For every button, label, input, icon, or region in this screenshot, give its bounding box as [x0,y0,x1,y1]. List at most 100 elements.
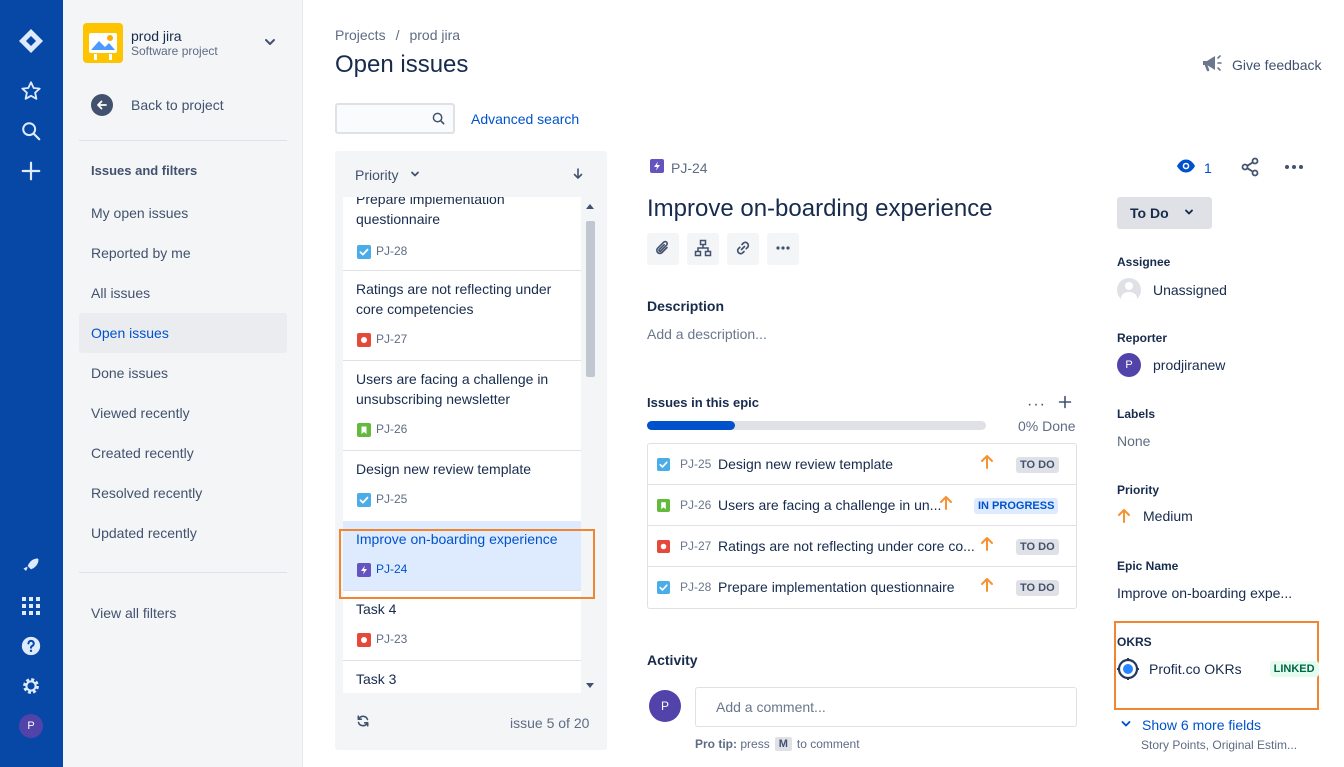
okrs-field[interactable]: Profit.co OKRs LINKED [1117,658,1319,680]
project-avatar[interactable] [83,23,123,63]
sidebar-item-reported-by-me[interactable]: Reported by me [79,233,287,273]
scroll-up-arrow-icon[interactable] [586,204,594,209]
bug-type-icon [357,633,371,647]
epic-issue-row[interactable]: PJ-25 Design new review template TO DO [648,444,1076,485]
status-lozenge: TO DO [1016,457,1059,473]
sidebar-heading: Issues and filters [91,163,198,178]
issue-list-item[interactable]: Task 4 PJ-23 [343,591,581,661]
link-issue-button[interactable] [727,233,759,265]
issue-key-breadcrumb[interactable]: PJ-24 [650,159,708,176]
epic-issue-table: PJ-25 Design new review template TO DO P… [647,443,1077,609]
epic-name-label: Epic Name [1117,559,1179,573]
issue-summary: Design new review template [718,456,894,472]
add-epic-issue-plus-icon[interactable] [1057,394,1073,413]
status-lozenge: IN PROGRESS [974,498,1059,514]
comment-input[interactable]: Add a comment... [695,687,1077,727]
sidebar-item-done-issues[interactable]: Done issues [79,353,287,393]
create-icon[interactable] [16,156,46,186]
okrs-value: Profit.co OKRs [1149,661,1242,677]
task-type-icon [357,493,371,507]
app-switcher-icon[interactable] [16,591,46,621]
show-more-fields-button[interactable]: Show 6 more fields [1120,717,1261,733]
status-label: To Do [1130,205,1169,221]
labels-value[interactable]: None [1117,433,1150,449]
pro-tip-label: Pro tip: [695,737,737,751]
refresh-icon[interactable] [356,714,370,731]
issue-list-item[interactable]: Users are facing a challenge in unsubscr… [343,361,581,451]
epic-name-value[interactable]: Improve on-boarding expe... [1117,585,1292,601]
rocket-icon[interactable] [16,551,46,581]
scroll-down-arrow-icon[interactable] [586,683,594,688]
selected-issue-highlight-frame [339,529,595,599]
assignee-field[interactable]: Unassigned [1117,278,1227,302]
issue-position-counter: issue 5 of 20 [510,715,590,731]
issue-summary: Task 3 [356,671,397,687]
priority-field[interactable]: Medium [1117,508,1193,524]
search-field[interactable] [335,103,455,134]
attach-button[interactable] [647,233,679,265]
project-name: prod jira [131,28,182,44]
issue-list-item[interactable]: Prepare implementation questionnaire PJ-… [343,197,581,271]
pro-tip: Pro tip: press Mto comment [695,737,860,751]
watchers-button[interactable]: 1 [1176,158,1212,177]
search-icon[interactable] [16,116,46,146]
priority-medium-arrow-icon [939,495,953,514]
user-avatar[interactable]: P [16,711,46,741]
issue-list-scrollbar[interactable] [583,199,597,693]
issue-list: Prepare implementation questionnaire PJ-… [343,197,581,693]
sidebar-item-viewed-recently[interactable]: Viewed recently [79,393,287,433]
breadcrumb: Projects / prod jira [335,27,460,43]
search-icon [432,112,445,128]
issue-title[interactable]: Improve on-boarding experience [647,195,993,223]
reporter-label: Reporter [1117,331,1168,345]
more-horizontal-icon[interactable] [1283,157,1305,180]
breadcrumb-projects-link[interactable]: Projects [335,27,386,43]
child-issues-button[interactable] [687,233,719,265]
sort-by-dropdown[interactable]: Priority [355,167,421,183]
sidebar-item-updated-recently[interactable]: Updated recently [79,513,287,553]
project-menu-chevron-down-icon[interactable] [263,35,277,52]
sidebar-item-my-open-issues[interactable]: My open issues [79,193,287,233]
scrollbar-thumb[interactable] [586,221,595,377]
issue-list-item[interactable]: Task 3 [343,661,581,693]
commenter-avatar: P [649,690,681,722]
breadcrumb-project-link[interactable]: prod jira [409,27,460,43]
sidebar-item-resolved-recently[interactable]: Resolved recently [79,473,287,513]
priority-medium-arrow-icon [1117,508,1131,524]
sidebar-item-created-recently[interactable]: Created recently [79,433,287,473]
share-icon[interactable] [1240,157,1260,180]
epic-issue-row[interactable]: PJ-28 Prepare implementation questionnai… [648,567,1076,608]
global-nav: P [0,0,63,767]
give-feedback-button[interactable]: Give feedback [1200,53,1322,76]
back-to-project-link[interactable]: Back to project [91,93,224,117]
issue-key: PJ-27 [680,539,712,553]
status-dropdown-button[interactable]: To Do [1117,197,1212,229]
epic-progress-fill [647,421,736,430]
task-type-icon [657,458,670,471]
advanced-search-link[interactable]: Advanced search [471,111,579,127]
help-icon[interactable] [16,631,46,661]
epic-more-icon[interactable]: ··· [1027,396,1046,414]
search-input[interactable] [337,105,427,132]
sort-by-label: Priority [355,167,399,183]
app-root: P prod jira Software project Back to pro… [0,0,1344,767]
activity-label: Activity [647,652,698,668]
bug-type-icon [657,540,670,553]
epic-issue-row[interactable]: PJ-26 Users are facing a challenge in un… [648,485,1076,526]
linked-badge: LINKED [1269,661,1319,677]
issue-list-item[interactable]: Ratings are not reflecting under core co… [343,271,581,361]
sort-direction-arrow-icon[interactable] [571,167,585,184]
description-label: Description [647,298,725,314]
sidebar-item-open-issues[interactable]: Open issues [79,313,287,353]
epic-issue-row[interactable]: PJ-27 Ratings are not reflecting under c… [648,526,1076,567]
star-icon[interactable] [16,76,46,106]
jira-logo-icon[interactable] [16,26,46,56]
paperclip-icon [654,239,672,260]
description-field[interactable]: Add a description... [647,326,767,342]
sidebar-item-all-issues[interactable]: All issues [79,273,287,313]
epic-done-percent: 0% Done [1018,418,1076,434]
more-actions-button[interactable] [767,233,799,265]
sidebar-item-view-all-filters[interactable]: View all filters [79,593,287,633]
settings-gear-icon[interactable] [16,671,46,701]
reporter-field[interactable]: P prodjiranew [1117,353,1225,377]
